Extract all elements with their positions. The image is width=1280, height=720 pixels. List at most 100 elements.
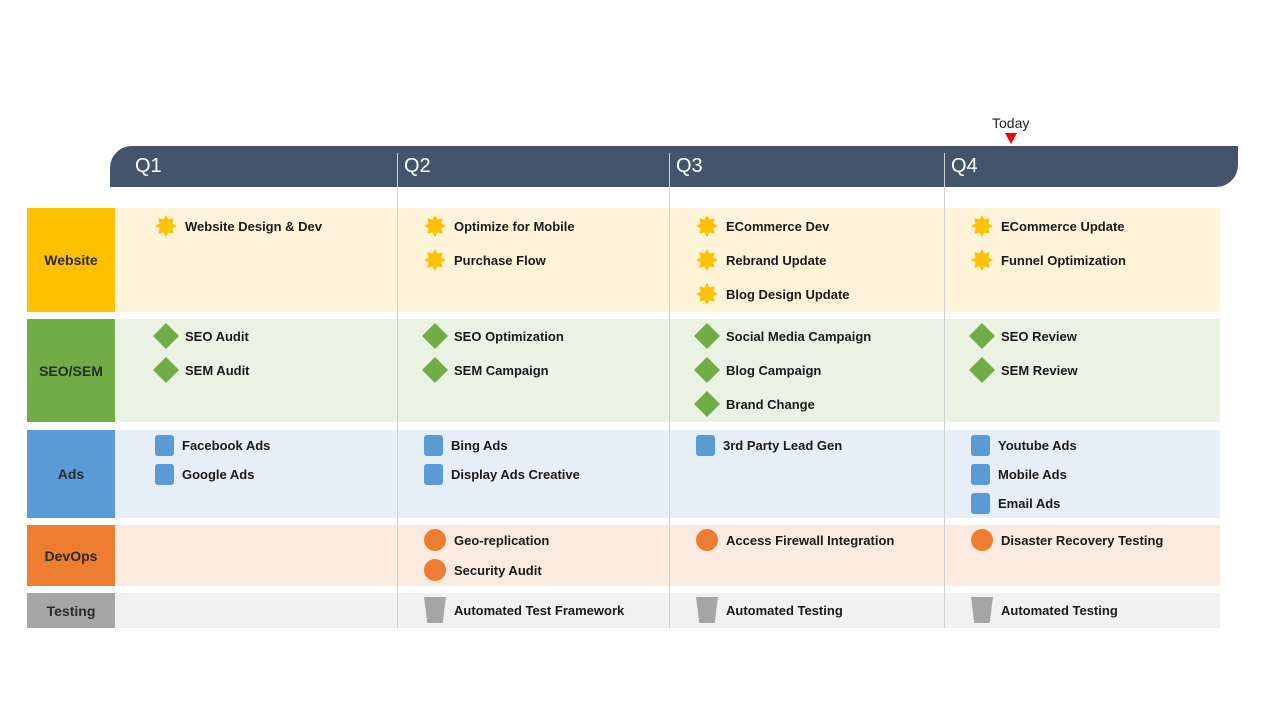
quarter-label-q1: Q1 xyxy=(135,155,162,177)
roadmap-item-label: Rebrand Update xyxy=(726,252,827,268)
roadmap-item[interactable]: Automated Testing xyxy=(696,597,843,623)
roadmap-item[interactable]: Optimize for Mobile xyxy=(424,215,575,237)
roadmap-item-label: Mobile Ads xyxy=(998,466,1067,482)
square-icon xyxy=(424,434,443,456)
today-marker-icon xyxy=(1005,133,1017,144)
star-icon xyxy=(696,249,718,271)
roadmap-item[interactable]: Blog Campaign xyxy=(694,357,822,383)
trapezoid-icon xyxy=(424,597,446,623)
roadmap-item[interactable]: Automated Test Framework xyxy=(424,597,625,623)
roadmap-item-label: SEM Campaign xyxy=(454,362,549,378)
roadmap-item-label: Bing Ads xyxy=(451,437,508,453)
roadmap-item[interactable]: ECommerce Update xyxy=(971,215,1125,237)
roadmap-item[interactable]: SEO Audit xyxy=(153,323,249,349)
lane-label: Testing xyxy=(27,593,115,628)
star-icon xyxy=(424,215,446,237)
roadmap-item[interactable]: SEM Audit xyxy=(153,357,250,383)
roadmap-item-label: Automated Testing xyxy=(1001,602,1118,618)
roadmap-item[interactable]: Access Firewall Integration xyxy=(696,529,894,551)
roadmap-item-label: SEO Review xyxy=(1001,328,1077,344)
roadmap-item-label: Website Design & Dev xyxy=(185,218,323,234)
circle-icon xyxy=(971,529,993,551)
quarter-label-q3: Q3 xyxy=(676,155,703,177)
lane-label: DevOps xyxy=(27,525,115,586)
roadmap-item[interactable]: Social Media Campaign xyxy=(694,323,872,349)
roadmap-item-label: Facebook Ads xyxy=(182,437,271,453)
roadmap-item-label: ECommerce Update xyxy=(1001,218,1125,234)
roadmap-item-label: Disaster Recovery Testing xyxy=(1001,532,1164,548)
today-label: Today xyxy=(992,115,1030,131)
roadmap-item-label: Automated Test Framework xyxy=(454,602,625,618)
roadmap-item-label: SEO Audit xyxy=(185,328,249,344)
roadmap-item[interactable]: Website Design & Dev xyxy=(155,215,322,237)
trapezoid-icon xyxy=(971,597,993,623)
roadmap-item[interactable]: Google Ads xyxy=(155,463,254,485)
roadmap-item-label: Optimize for Mobile xyxy=(454,218,575,234)
trapezoid-icon xyxy=(696,597,718,623)
square-icon xyxy=(155,434,174,456)
roadmap-item[interactable]: Brand Change xyxy=(694,391,815,417)
roadmap-item-label: ECommerce Dev xyxy=(726,218,830,234)
square-icon xyxy=(971,492,990,514)
roadmap-item-label: Funnel Optimization xyxy=(1001,252,1126,268)
quarter-header-bar xyxy=(110,146,1238,187)
roadmap-item[interactable]: Rebrand Update xyxy=(696,249,826,271)
roadmap-item-label: Display Ads Creative xyxy=(451,466,580,482)
star-icon xyxy=(155,215,177,237)
roadmap-item-label: SEM Audit xyxy=(185,362,250,378)
square-icon xyxy=(424,463,443,485)
roadmap-item[interactable]: Security Audit xyxy=(424,559,542,581)
roadmap-item-label: Email Ads xyxy=(998,495,1061,511)
roadmap-item[interactable]: Display Ads Creative xyxy=(424,463,580,485)
roadmap-item-label: Security Audit xyxy=(454,562,542,578)
diamond-icon xyxy=(694,357,720,383)
diamond-icon xyxy=(969,357,995,383)
star-icon xyxy=(971,249,993,271)
star-icon xyxy=(696,215,718,237)
roadmap-item-label: Geo-replication xyxy=(454,532,550,548)
quarter-label-q4: Q4 xyxy=(951,155,978,177)
diamond-icon xyxy=(422,357,448,383)
star-icon xyxy=(971,215,993,237)
circle-icon xyxy=(424,529,446,551)
roadmap-item[interactable]: Purchase Flow xyxy=(424,249,546,271)
roadmap-item[interactable]: Email Ads xyxy=(971,492,1060,514)
roadmap-item[interactable]: Geo-replication xyxy=(424,529,549,551)
roadmap-item-label: Blog Design Update xyxy=(726,286,850,302)
roadmap-item[interactable]: Bing Ads xyxy=(424,434,508,456)
quarter-divider xyxy=(944,153,945,628)
diamond-icon xyxy=(153,357,179,383)
roadmap-item-label: Youtube Ads xyxy=(998,437,1077,453)
roadmap-item[interactable]: Disaster Recovery Testing xyxy=(971,529,1163,551)
roadmap-item[interactable]: Mobile Ads xyxy=(971,463,1067,485)
roadmap-item-label: SEM Review xyxy=(1001,362,1078,378)
diamond-icon xyxy=(694,323,720,349)
roadmap-item[interactable]: Blog Design Update xyxy=(696,283,850,305)
roadmap-item[interactable]: SEM Campaign xyxy=(422,357,549,383)
roadmap-item[interactable]: 3rd Party Lead Gen xyxy=(696,434,842,456)
diamond-icon xyxy=(969,323,995,349)
roadmap-item-label: Social Media Campaign xyxy=(726,328,872,344)
roadmap-item[interactable]: SEO Optimization xyxy=(422,323,564,349)
roadmap-item[interactable]: Automated Testing xyxy=(971,597,1118,623)
roadmap-item[interactable]: ECommerce Dev xyxy=(696,215,829,237)
diamond-icon xyxy=(422,323,448,349)
diamond-icon xyxy=(694,391,720,417)
square-icon xyxy=(971,434,990,456)
roadmap-item-label: Access Firewall Integration xyxy=(726,532,895,548)
quarter-divider xyxy=(397,153,398,628)
roadmap-item[interactable]: SEM Review xyxy=(969,357,1078,383)
roadmap-item[interactable]: SEO Review xyxy=(969,323,1077,349)
roadmap-item-label: Purchase Flow xyxy=(454,252,546,268)
lane-label: Website xyxy=(27,208,115,312)
roadmap-item[interactable]: Youtube Ads xyxy=(971,434,1077,456)
roadmap-item-label: Blog Campaign xyxy=(726,362,822,378)
quarter-divider xyxy=(669,153,670,628)
lane-label: Ads xyxy=(27,430,115,518)
roadmap-item[interactable]: Funnel Optimization xyxy=(971,249,1126,271)
roadmap-item[interactable]: Facebook Ads xyxy=(155,434,270,456)
square-icon xyxy=(971,463,990,485)
square-icon xyxy=(696,434,715,456)
roadmap-item-label: Brand Change xyxy=(726,396,815,412)
lane-label: SEO/SEM xyxy=(27,319,115,422)
